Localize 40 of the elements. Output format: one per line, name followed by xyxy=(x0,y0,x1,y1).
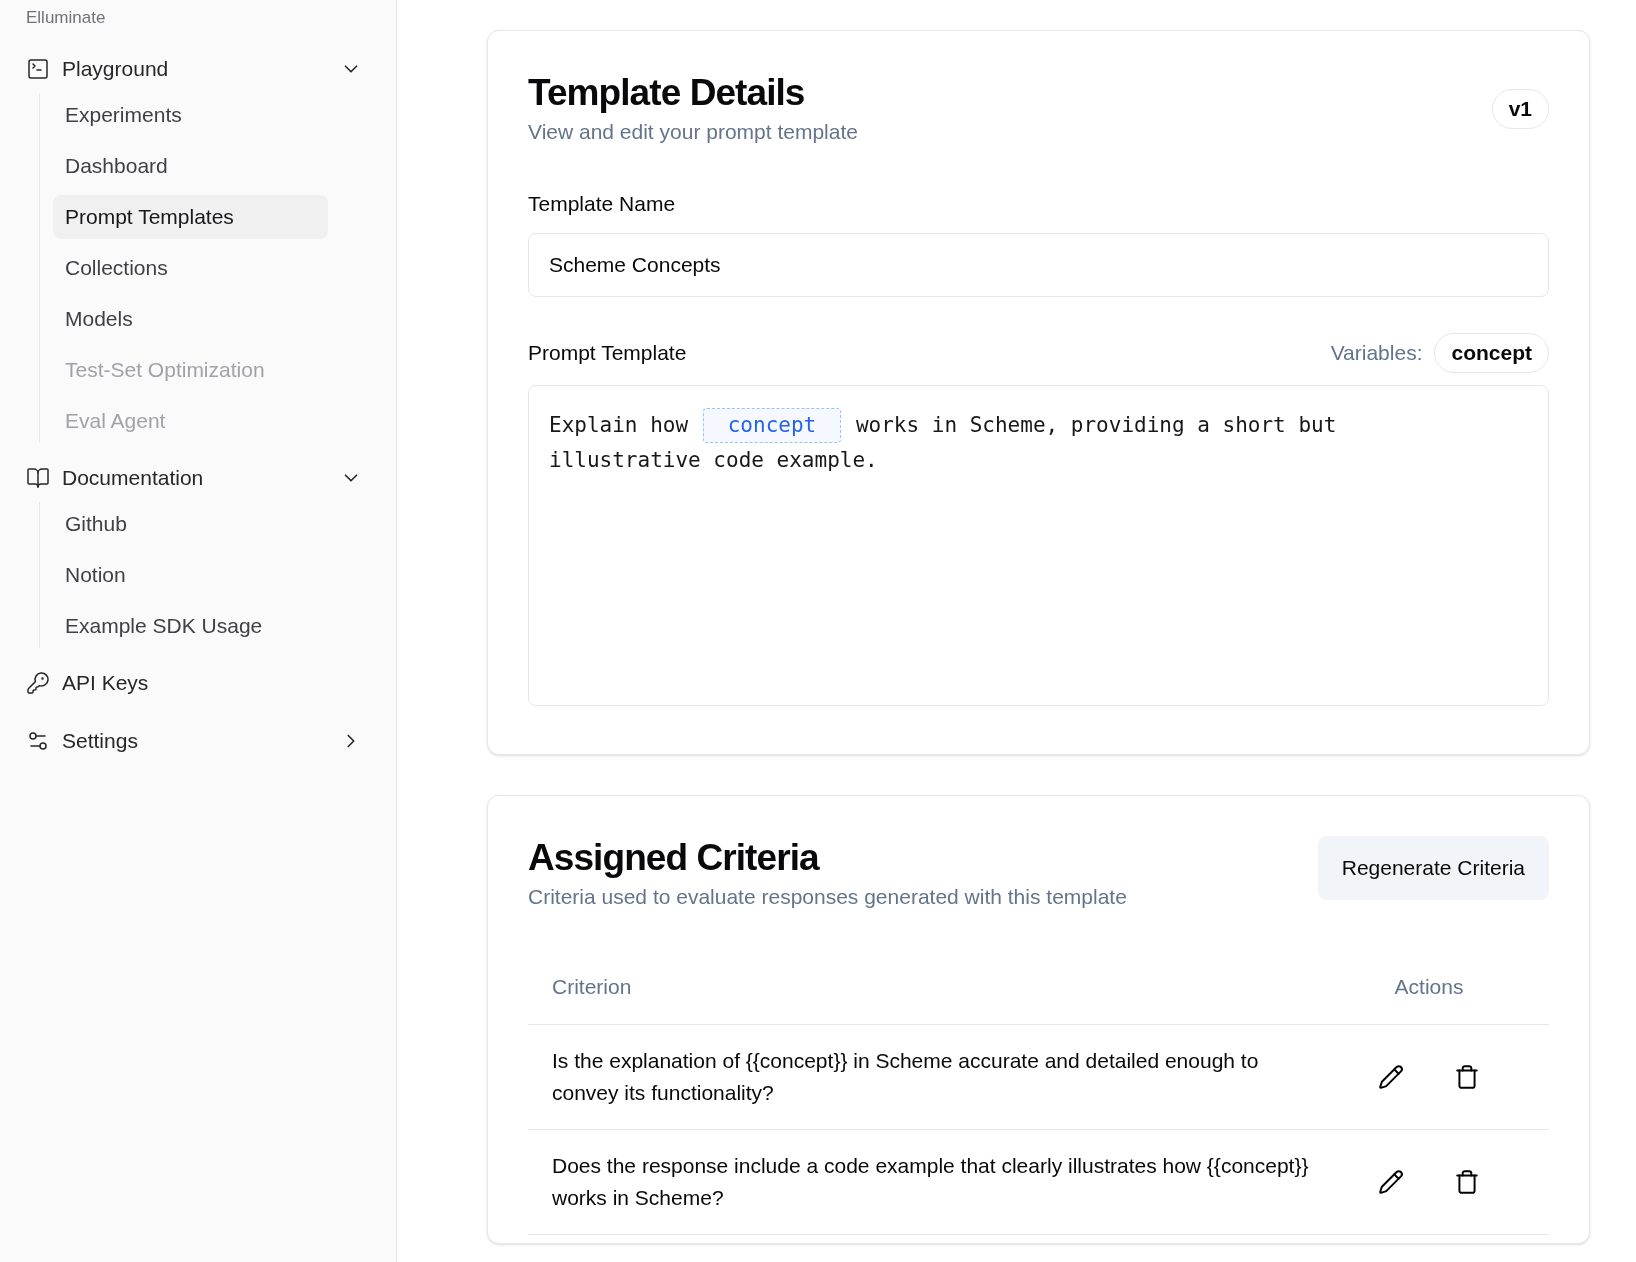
column-header: Criterion xyxy=(552,974,633,1001)
sidebar-item[interactable]: Settings xyxy=(18,718,378,764)
table-cell-text: Is the explanation of {{concept}} in Scheme accurate and detailed enough to convey its functionality? xyxy=(552,1047,1260,1106)
sidebar-subitem[interactable]: Notion xyxy=(53,553,328,597)
card-subtitle: View and edit your prompt template xyxy=(528,119,858,145)
sidebar-subitem[interactable]: Github xyxy=(53,502,328,546)
variable-chip: concept xyxy=(702,408,842,443)
card-title: Template Details xyxy=(528,71,806,115)
sidebar-subitem[interactable]: Models xyxy=(53,297,328,341)
sidebar-item[interactable]: API Keys xyxy=(18,660,378,706)
sidebar-subitem[interactable]: Prompt Templates xyxy=(53,195,328,239)
card-subtitle: Criteria used to evaluate responses generated with this template xyxy=(528,884,1127,910)
field-label: Prompt Template xyxy=(528,340,687,367)
prompt-template-editor[interactable]: Explain how concept works in Scheme, providing a short but illustrative code example. xyxy=(528,385,1549,706)
sidebar-subitem[interactable]: Example SDK Usage xyxy=(53,604,328,648)
sidebar-subitem[interactable]: Dashboard xyxy=(53,144,328,188)
card-title: Assigned Criteria xyxy=(528,836,821,880)
sidebar-subitem[interactable]: Experiments xyxy=(53,93,328,137)
delete-icon[interactable] xyxy=(1454,1063,1480,1090)
template-name-field[interactable]: Scheme Concepts xyxy=(528,233,1549,297)
book-icon xyxy=(26,466,50,490)
field-label: Template Name xyxy=(528,190,677,217)
sidebar-item-label: Settings xyxy=(62,728,139,755)
sliders-icon xyxy=(26,729,50,753)
delete-icon[interactable] xyxy=(1454,1168,1480,1195)
variables-label: Variables: xyxy=(1330,340,1423,367)
sidebar-item[interactable]: Playground xyxy=(18,46,378,92)
column-header: Actions xyxy=(1393,974,1465,1001)
sidebar-item[interactable]: Documentation xyxy=(18,455,378,501)
table-cell-text: Does the response include a code example that clearly illustrates how {{concept}} works in Scheme? xyxy=(552,1152,1310,1211)
terminal-icon xyxy=(26,57,50,81)
key-icon xyxy=(26,671,50,695)
sidebar-subitem[interactable]: Collections xyxy=(53,246,328,290)
brand-label: Elluminate xyxy=(25,8,107,28)
edit-icon[interactable] xyxy=(1378,1063,1404,1090)
sidebar-item-label: Documentation xyxy=(62,465,205,492)
sidebar-item-label: API Keys xyxy=(62,670,150,697)
sidebar-item-label: Playground xyxy=(62,56,170,83)
edit-icon[interactable] xyxy=(1378,1168,1404,1195)
regenerate-criteria-button[interactable]: Regenerate Criteria xyxy=(1317,836,1549,900)
